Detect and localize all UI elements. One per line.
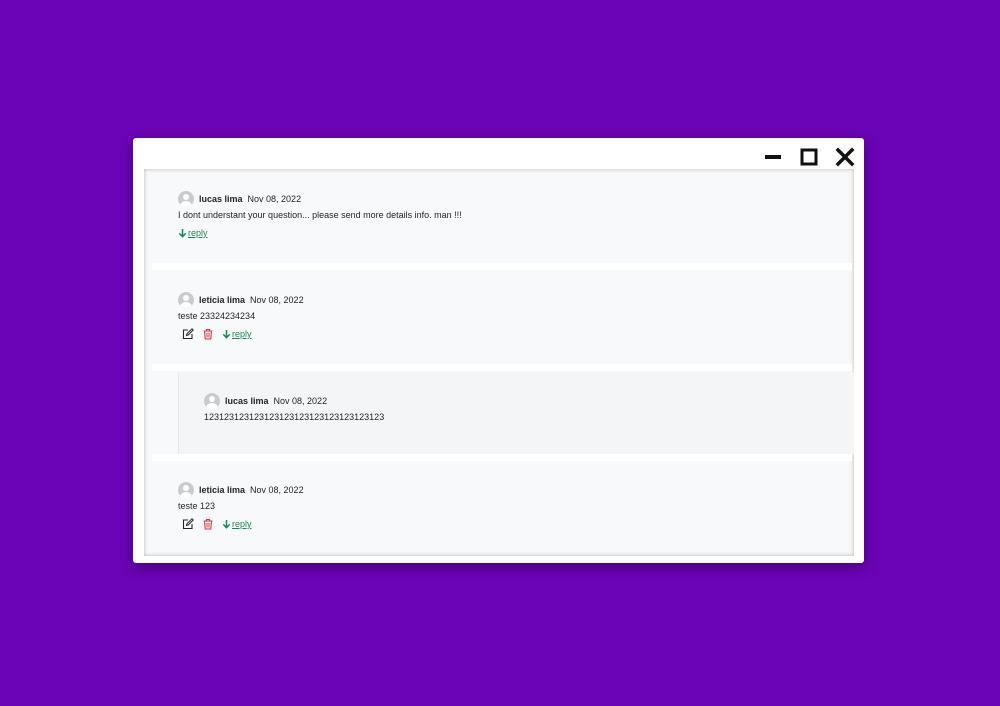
comment-author: lucas lima [199,194,243,204]
minimize-icon[interactable] [763,147,783,167]
reply-link[interactable]: reply [222,519,252,529]
comment-text: 123123123123123123123123123123123123 [204,412,385,422]
comment-meta: leticia lima Nov 08, 2022 [178,482,304,498]
comment-actions: reply [178,227,208,239]
comment-meta: lucas lima Nov 08, 2022 [204,393,327,409]
comment-divider [152,454,852,461]
comments-panel: lucas lima Nov 08, 2022 I dont understan… [144,169,854,556]
comment-date: Nov 08, 2022 [247,194,302,204]
comment-actions: reply [182,328,252,340]
comment-date: Nov 08, 2022 [273,396,328,406]
reply-label: reply [232,329,252,339]
reply-link[interactable]: reply [222,329,252,339]
avatar [178,482,194,498]
arrow-down-icon [222,519,231,529]
trash-icon[interactable] [202,518,214,530]
reply-label: reply [232,519,252,529]
close-icon[interactable] [835,147,855,167]
comment-author: leticia lima [199,295,246,305]
comment-text: I dont understant your question... pleas… [178,210,462,220]
comment-item: leticia lima Nov 08, 2022 teste 123 repl… [178,482,778,542]
maximize-icon[interactable] [799,147,819,167]
comment-item: lucas lima Nov 08, 2022 I dont understan… [178,191,778,251]
comment-date: Nov 08, 2022 [250,295,304,305]
edit-icon[interactable] [182,518,194,530]
comment-actions: reply [182,518,252,530]
comment-author: lucas lima [225,396,269,406]
comments-window: lucas lima Nov 08, 2022 I dont understan… [133,138,864,563]
reply-thread: lucas lima Nov 08, 2022 1231231231231231… [178,372,854,454]
reply-item: lucas lima Nov 08, 2022 1231231231231231… [204,393,764,433]
comment-date: Nov 08, 2022 [250,485,304,495]
comment-meta: leticia lima Nov 08, 2022 [178,292,304,308]
avatar [178,191,194,207]
trash-icon[interactable] [202,328,214,340]
avatar [178,292,194,308]
comment-divider [152,364,852,371]
comment-text: teste 123 [178,501,216,511]
comment-divider [152,263,852,270]
comment-text: teste 23324234234 [178,311,256,321]
edit-icon[interactable] [182,328,194,340]
comment-meta: lucas lima Nov 08, 2022 [178,191,301,207]
window-titlebar [133,138,864,170]
reply-label: reply [188,228,208,238]
reply-link[interactable]: reply [178,228,208,238]
comment-author: leticia lima [199,485,246,495]
avatar [204,393,220,409]
arrow-down-icon [178,228,187,238]
comment-item: leticia lima Nov 08, 2022 teste 23324234… [178,292,778,352]
arrow-down-icon [222,329,231,339]
